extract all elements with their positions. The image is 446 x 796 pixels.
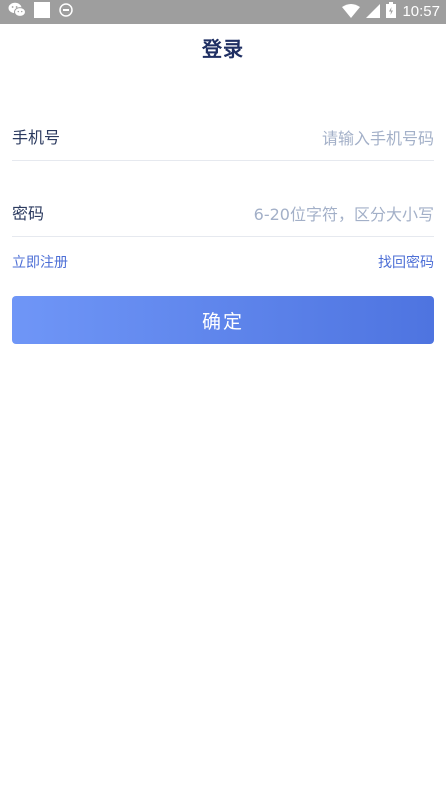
square-notification-icon xyxy=(34,2,50,22)
password-label: 密码 xyxy=(12,204,45,223)
password-input[interactable] xyxy=(174,192,434,236)
status-bar: 10:57 xyxy=(0,0,446,24)
signal-icon xyxy=(366,3,381,22)
phone-field-row: 手机号 xyxy=(12,116,434,161)
confirm-button[interactable]: 确定 xyxy=(12,296,434,344)
phone-label: 手机号 xyxy=(12,128,61,147)
forgot-password-link[interactable]: 找回密码 xyxy=(378,252,434,274)
wechat-icon xyxy=(8,2,26,22)
status-bar-left xyxy=(8,2,74,22)
password-field-row: 密码 xyxy=(12,192,434,237)
battery-icon xyxy=(386,2,397,22)
status-bar-right: 10:57 xyxy=(342,2,440,22)
wifi-icon xyxy=(342,3,361,22)
page-title: 登录 xyxy=(202,36,244,61)
register-link[interactable]: 立即注册 xyxy=(12,252,68,274)
status-time: 10:57 xyxy=(402,3,440,20)
app-header: 登录 xyxy=(0,24,446,70)
phone-input[interactable] xyxy=(174,116,434,160)
links-row: 立即注册 找回密码 xyxy=(12,252,434,274)
confirm-button-label: 确定 xyxy=(201,310,244,333)
sync-icon xyxy=(58,2,74,22)
